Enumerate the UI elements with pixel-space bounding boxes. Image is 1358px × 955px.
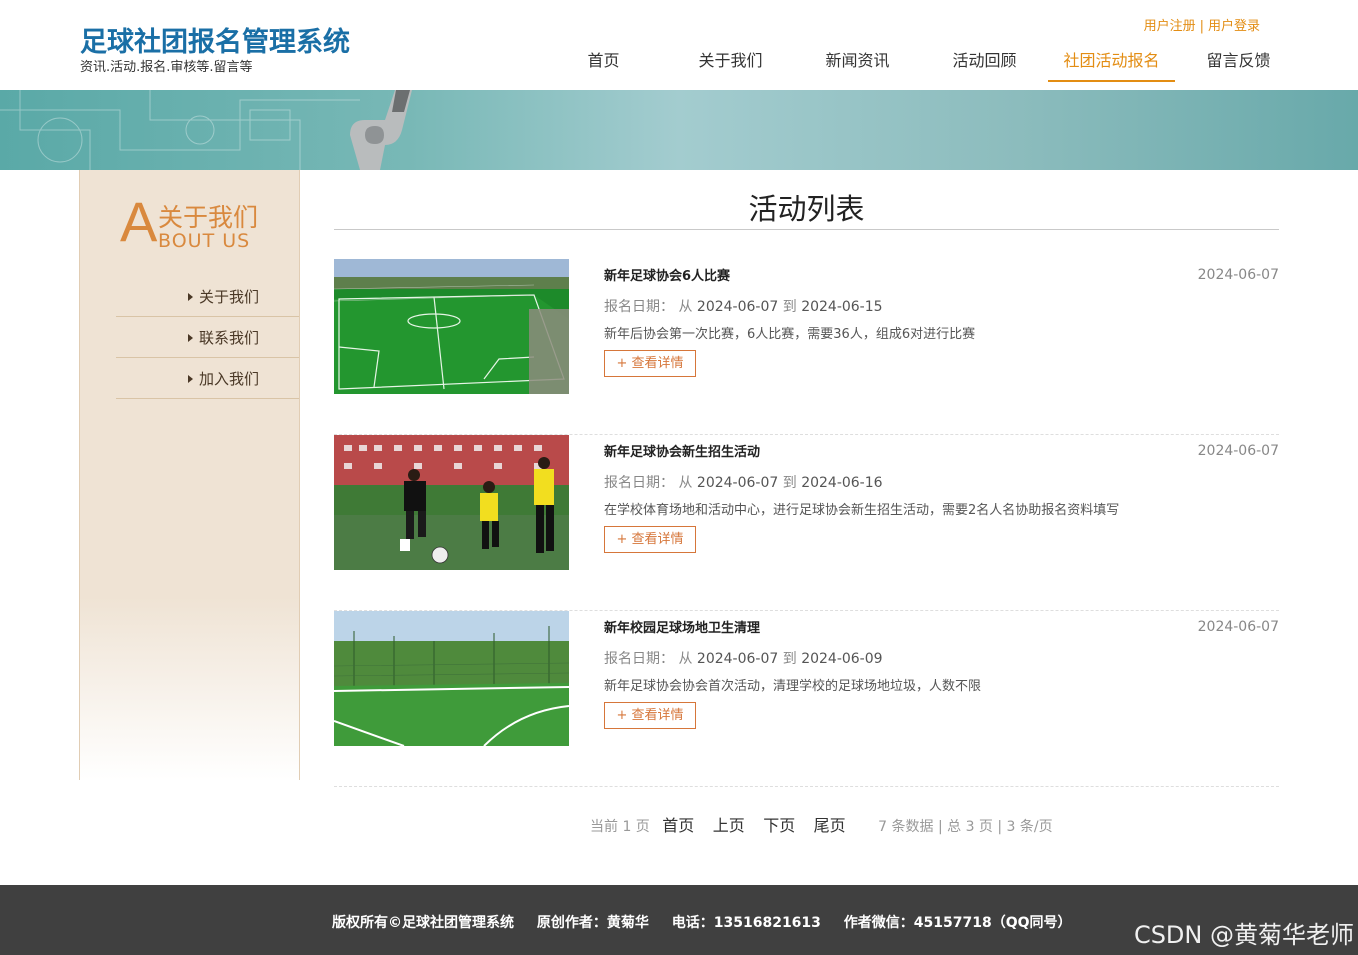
main-nav: 首页 关于我们 新闻资讯 活动回顾 社团活动报名 留言反馈 [540,44,1302,84]
view-details-button[interactable]: + 查看详情 [604,526,696,553]
sidebar: A 关于我们 BOUT US 关于我们 联系我们 加入我们 [79,170,300,780]
footer-copyright: 版权所有©足球社团管理系统 [332,915,514,931]
activity-description: 在学校体育场地和活动中心，进行足球协会新生招生活动，需要2名人名协助报名资料填写 [604,503,1120,518]
football-field-photo [334,259,569,394]
chevron-right-icon [187,292,193,301]
prev-page-link[interactable]: 上页 [713,816,745,835]
activity-list-item: 新年校园足球场地卫生清理 2024-06-07 报名日期： 从 2024-06-… [334,611,1279,787]
sidebar-item-label: 关于我们 [198,288,259,306]
site-title[interactable]: 足球社团报名管理系统 [80,20,350,59]
main-content: 活动列表 新年足球协会6人比赛 2024-06-07 报名日期： 从 2024-… [334,170,1279,787]
activity-thumbnail[interactable] [334,611,569,746]
activity-date: 2024-06-07 [1197,443,1279,459]
view-details-button[interactable]: + 查看详情 [604,350,696,377]
chevron-right-icon [187,333,193,342]
next-page-link[interactable]: 下页 [763,816,795,835]
activity-thumbnail[interactable] [334,435,569,570]
activity-date: 2024-06-07 [1197,619,1279,635]
robot-arm-graphic [350,90,412,170]
pagination: 当前 1 页 首页 上页 下页 尾页 7 条数据 | 总 3 页 | 3 条/页 [590,812,1053,836]
activity-list-item: 新年足球协会新生招生活动 2024-06-07 报名日期： 从 2024-06-… [334,435,1279,611]
last-page-link[interactable]: 尾页 [814,816,846,835]
to-word: 到 [782,475,797,491]
registration-dates: 报名日期： 从 2024-06-07 到 2024-06-15 [604,296,883,316]
activity-date: 2024-06-07 [1197,267,1279,283]
activity-description: 新年后协会第一次比赛，6人比赛，需要36人，组成6对进行比赛 [604,327,976,342]
footer-info: 版权所有©足球社团管理系统 原创作者：黄菊华 电话：13516821613 作者… [332,912,1090,932]
sidebar-item-about[interactable]: 关于我们 [116,276,299,317]
campus-pitch-photo [334,611,569,746]
from-word: 从 [678,651,693,667]
activity-description: 新年足球协会协会首次活动，清理学校的足球场地垃圾，人数不限 [604,679,982,694]
nav-feedback[interactable]: 留言反馈 [1175,44,1302,82]
from-word: 从 [678,475,693,491]
site-subtitle: 资讯.活动.报名.审核等.留言等 [80,60,253,75]
start-date: 2024-06-07 [696,475,779,491]
sidebar-heading-en: BOUT US [158,230,251,252]
nav-home[interactable]: 首页 [540,44,667,82]
footer-author: 原创作者：黄菊华 [536,915,649,931]
link-separator: | [1199,19,1204,34]
nav-review[interactable]: 活动回顾 [921,44,1048,82]
sidebar-item-contact[interactable]: 联系我们 [116,317,299,358]
to-word: 到 [782,651,797,667]
register-link[interactable]: 用户注册 [1144,19,1196,34]
chevron-right-icon [187,374,193,383]
start-date: 2024-06-07 [696,299,779,315]
sidebar-heading-cn: 关于我们 [158,203,259,232]
footer-wechat: 作者微信：45157718（QQ同号） [843,915,1072,931]
registration-label: 报名日期： [604,475,674,491]
activity-thumbnail[interactable] [334,259,569,394]
pagination-stats: 7 条数据 | 总 3 页 | 3 条/页 [878,819,1053,835]
sidebar-item-label: 加入我们 [198,370,259,388]
current-page-text: 当前 1 页 [590,819,650,835]
end-date: 2024-06-09 [801,651,883,667]
to-word: 到 [782,299,797,315]
registration-dates: 报名日期： 从 2024-06-07 到 2024-06-09 [604,648,883,668]
nav-activity-signup[interactable]: 社团活动报名 [1048,44,1175,82]
view-details-button[interactable]: + 查看详情 [604,702,696,729]
hero-banner [0,90,1358,170]
sidebar-item-join[interactable]: 加入我们 [116,358,299,399]
from-word: 从 [678,299,693,315]
football-players-photo [334,435,569,570]
nav-about[interactable]: 关于我们 [667,44,794,82]
title-divider [334,229,1279,230]
login-link[interactable]: 用户登录 [1208,19,1260,34]
user-links: 用户注册 | 用户登录 [1144,15,1260,34]
page-title: 活动列表 [748,192,865,226]
start-date: 2024-06-07 [696,651,779,667]
registration-label: 报名日期： [604,299,674,315]
footer-phone: 电话：13516821613 [671,915,821,931]
sidebar-heading-letter: A [120,190,158,253]
registration-dates: 报名日期： 从 2024-06-07 到 2024-06-16 [604,472,883,492]
csdn-watermark: CSDN @黄菊华老师 [1133,921,1354,949]
site-header: 足球社团报名管理系统 资讯.活动.报名.审核等.留言等 用户注册 | 用户登录 首页… [0,0,1358,90]
sidebar-heading: A 关于我们 BOUT US [120,190,300,253]
registration-label: 报名日期： [604,651,674,667]
activity-title[interactable]: 新年校园足球场地卫生清理 [604,617,760,636]
activity-title[interactable]: 新年足球协会新生招生活动 [604,441,760,460]
end-date: 2024-06-16 [801,475,883,491]
sidebar-item-label: 联系我们 [198,329,259,347]
sidebar-menu: 关于我们 联系我们 加入我们 [116,276,299,399]
activity-title[interactable]: 新年足球协会6人比赛 [604,265,730,284]
activity-list-item: 新年足球协会6人比赛 2024-06-07 报名日期： 从 2024-06-07… [334,259,1279,435]
end-date: 2024-06-15 [801,299,883,315]
first-page-link[interactable]: 首页 [662,816,694,835]
nav-news[interactable]: 新闻资讯 [794,44,921,82]
